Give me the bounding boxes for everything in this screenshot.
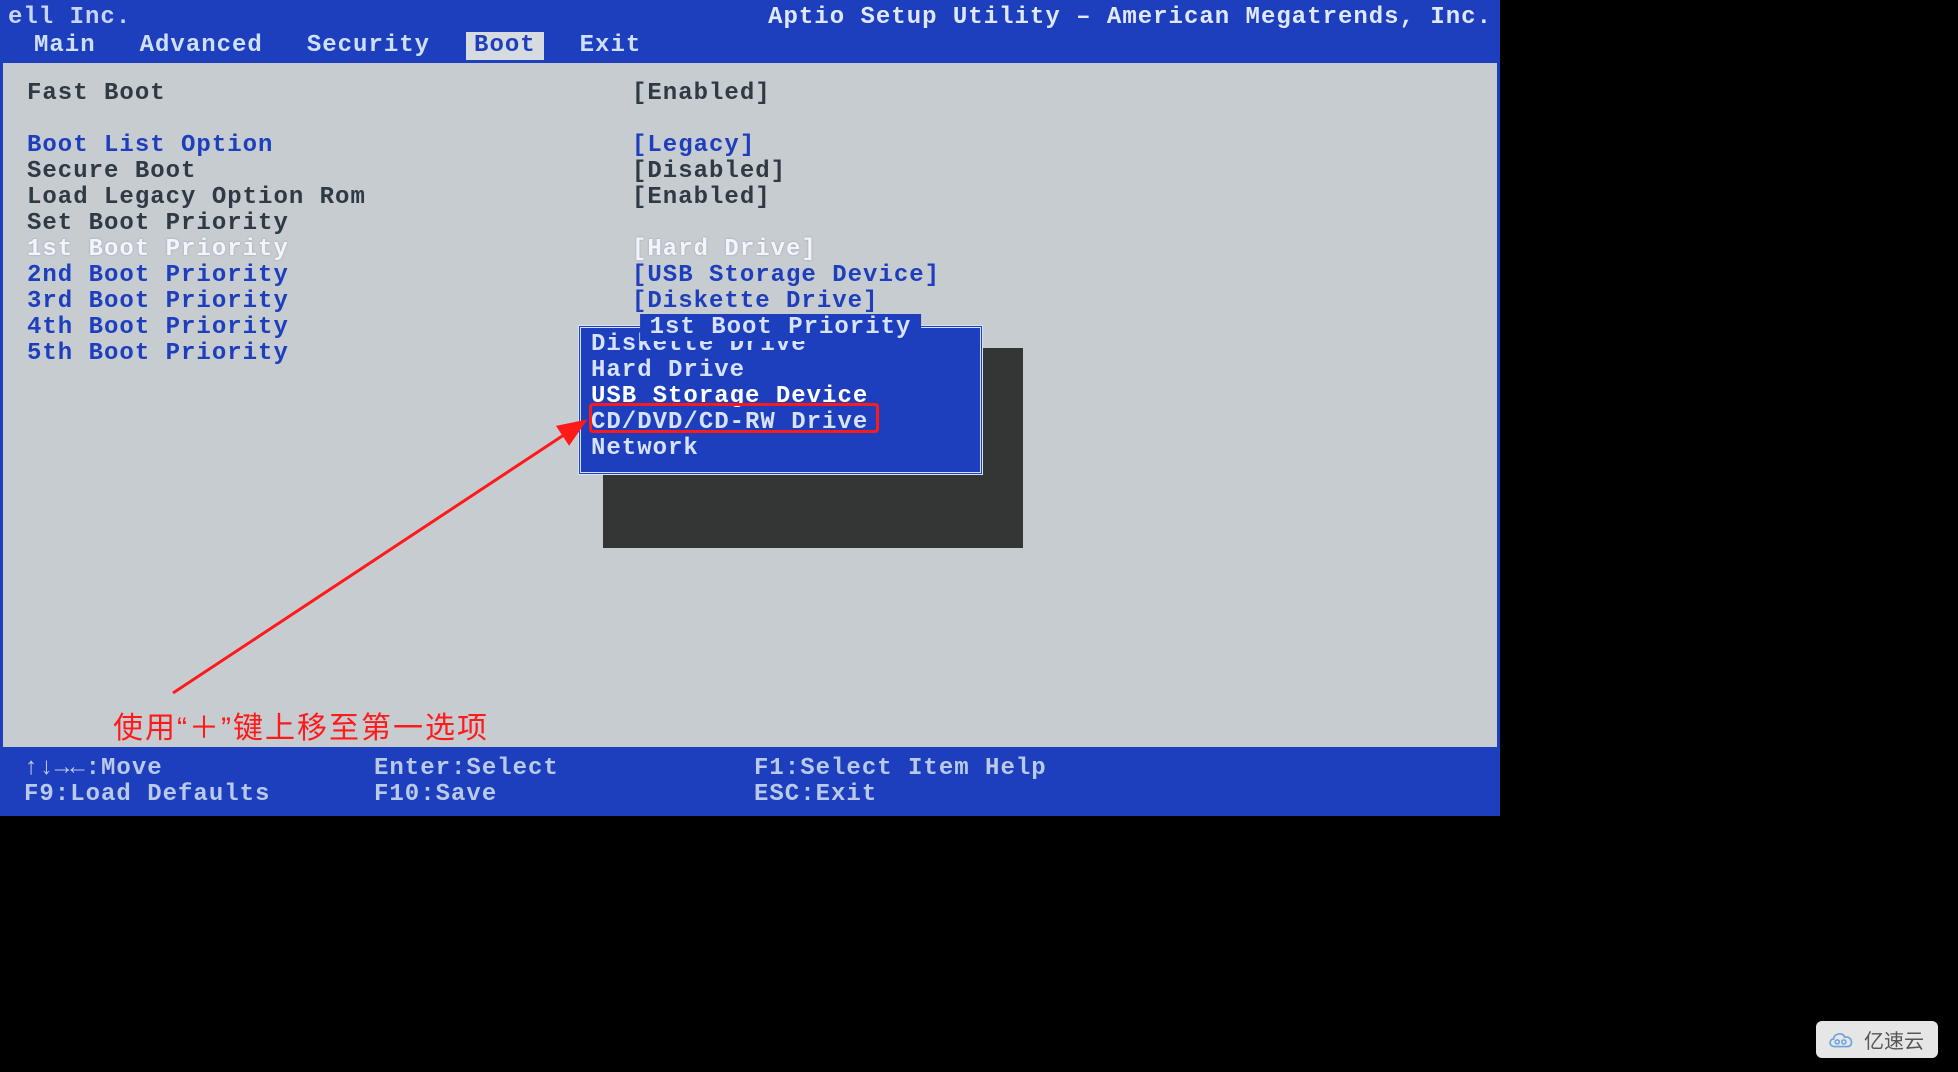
footer-row-1: ↑↓→←:Move Enter:Select F1:Select Item He…: [24, 756, 1476, 782]
setting-value: [Enabled]: [632, 185, 771, 211]
hint-move: ↑↓→←:Move: [24, 756, 374, 782]
setting-set-priority[interactable]: Set Boot Priority: [27, 211, 1473, 237]
hint-exit: ESC:Exit: [754, 782, 877, 808]
setting-spacer: [27, 107, 1473, 133]
setting-boot-list-option[interactable]: Boot List Option [Legacy]: [27, 133, 1473, 159]
menu-boot[interactable]: Boot: [466, 32, 544, 60]
popup-title: 1st Boot Priority: [640, 314, 922, 341]
menu-exit[interactable]: Exit: [572, 32, 650, 60]
hint-save: F10:Save: [374, 782, 754, 808]
setting-secure-boot[interactable]: Secure Boot [Disabled]: [27, 159, 1473, 185]
hint-select: Enter:Select: [374, 756, 754, 782]
vendor-label: ell Inc.: [8, 4, 131, 32]
screen: ell Inc. Aptio Setup Utility – American …: [0, 0, 1958, 1072]
setting-3rd-priority[interactable]: 3rd Boot Priority [Diskette Drive]: [27, 289, 1473, 315]
header-top: ell Inc. Aptio Setup Utility – American …: [8, 4, 1492, 32]
menu-main[interactable]: Main: [26, 32, 104, 60]
setting-label: 2nd Boot Priority: [27, 263, 632, 289]
annotation-text: 使用“＋”键上移至第一选项: [113, 703, 489, 747]
bios-header: ell Inc. Aptio Setup Utility – American …: [0, 0, 1500, 60]
setting-label: Set Boot Priority: [27, 211, 632, 237]
footer-row-2: F9:Load Defaults F10:Save ESC:Exit: [24, 782, 1476, 808]
watermark-text: 亿速云: [1864, 1025, 1924, 1054]
hint-help: F1:Select Item Help: [754, 756, 1047, 782]
setting-label: [27, 107, 632, 133]
setting-label: Load Legacy Option Rom: [27, 185, 632, 211]
setting-label: Secure Boot: [27, 159, 632, 185]
setting-1st-priority[interactable]: 1st Boot Priority [Hard Drive]: [27, 237, 1473, 263]
bios-frame: ell Inc. Aptio Setup Utility – American …: [0, 0, 1500, 1072]
hint-defaults: F9:Load Defaults: [24, 782, 374, 808]
boot-priority-popup[interactable]: 1st Boot Priority Diskette Drive Hard Dr…: [578, 325, 983, 475]
setting-label: 4th Boot Priority: [27, 315, 632, 341]
setting-label: Fast Boot: [27, 81, 632, 107]
setting-value: [USB Storage Device]: [632, 263, 940, 289]
utility-title: Aptio Setup Utility – American Megatrend…: [768, 4, 1492, 32]
help-footer: ↑↓→←:Move Enter:Select F1:Select Item He…: [0, 750, 1500, 816]
setting-label: 1st Boot Priority: [27, 237, 632, 263]
popup-item-cd[interactable]: CD/DVD/CD-RW Drive: [591, 410, 970, 436]
setting-value: [Legacy]: [632, 133, 755, 159]
watermark: 亿速云: [1816, 1021, 1938, 1058]
setting-value: [Hard Drive]: [632, 237, 817, 263]
popup-item-hdd[interactable]: Hard Drive: [591, 358, 970, 384]
menu-bar[interactable]: Main Advanced Security Boot Exit: [8, 32, 1492, 60]
setting-2nd-priority[interactable]: 2nd Boot Priority [USB Storage Device]: [27, 263, 1473, 289]
setting-value: [Disabled]: [632, 159, 786, 185]
setting-label: 3rd Boot Priority: [27, 289, 632, 315]
setting-label: Boot List Option: [27, 133, 632, 159]
setting-legacy-rom[interactable]: Load Legacy Option Rom [Enabled]: [27, 185, 1473, 211]
setting-fast-boot[interactable]: Fast Boot [Enabled]: [27, 81, 1473, 107]
popup-item-usb[interactable]: USB Storage Device: [591, 384, 970, 410]
setting-value: [Diskette Drive]: [632, 289, 878, 315]
settings-panel: Fast Boot [Enabled] Boot List Option [Le…: [0, 60, 1500, 750]
cloud-icon: [1826, 1029, 1856, 1051]
setting-value: [Enabled]: [632, 81, 771, 107]
setting-label: 5th Boot Priority: [27, 341, 632, 367]
menu-security[interactable]: Security: [299, 32, 438, 60]
menu-advanced[interactable]: Advanced: [132, 32, 271, 60]
popup-item-network[interactable]: Network: [591, 436, 970, 462]
